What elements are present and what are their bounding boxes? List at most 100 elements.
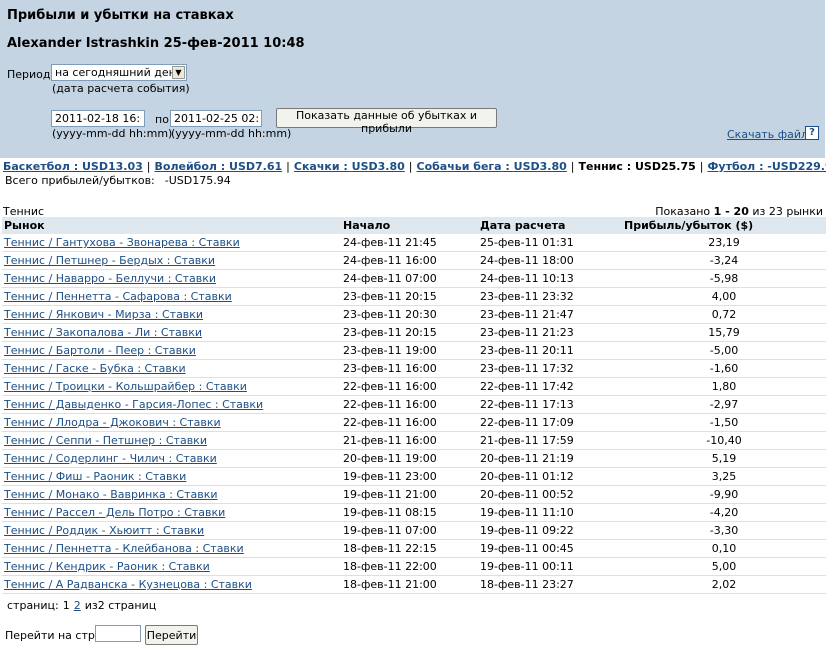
table-row: Теннис / Фиш - Раоник : Ставки 19-фев-11 … — [2, 467, 826, 486]
total-label: Всего прибылей/убытков: — [5, 174, 155, 187]
market-cell: Теннис / Фиш - Раоник : Ставки — [2, 467, 341, 486]
start-cell: 21-фев-11 16:00 — [341, 431, 478, 450]
market-link[interactable]: Теннис / Содерлинг - Чилич : Ставки — [4, 452, 217, 465]
market-link[interactable]: Теннис / Бартоли - Пеер : Ставки — [4, 344, 196, 357]
market-link[interactable]: Теннис / Роддик - Хьюитт : Ставки — [4, 524, 204, 537]
market-link[interactable]: Теннис / Рассел - Дель Потро : Ставки — [4, 506, 225, 519]
market-link[interactable]: Теннис / Давыденко - Гарсия-Лопес : Став… — [4, 398, 263, 411]
settle-cell: 23-фев-11 21:23 — [478, 323, 622, 342]
market-link[interactable]: Теннис / Пеннетта - Клейбанова : Ставки — [4, 542, 244, 555]
settle-cell: 20-фев-11 21:19 — [478, 449, 622, 468]
market-link[interactable]: Теннис / А Радванска - Кузнецова : Ставк… — [4, 578, 252, 591]
market-cell: Теннис / Кендрик - Раоник : Ставки — [2, 557, 341, 576]
sport-name: Скачки — [293, 160, 340, 173]
sport-amount: USD25.75 — [634, 160, 696, 173]
sport-link[interactable]: Скачки : USD3.80 — [294, 160, 405, 173]
pnl-cell: 0,72 — [622, 305, 826, 324]
market-cell: Теннис / Пеннетта - Клейбанова : Ставки — [2, 539, 341, 558]
pnl-cell: -5,98 — [622, 269, 826, 288]
pnl-cell: 1,80 — [622, 377, 826, 396]
goto-page-input[interactable] — [95, 625, 141, 642]
market-link[interactable]: Теннис / Кендрик - Раоник : Ставки — [4, 560, 210, 573]
pages-label: страниц: — [7, 599, 59, 612]
market-cell: Теннис / Давыденко - Гарсия-Лопес : Став… — [2, 395, 341, 414]
separator: | — [408, 160, 413, 173]
start-cell: 20-фев-11 19:00 — [341, 449, 478, 468]
market-link[interactable]: Теннис / Закопалова - Ли : Ставки — [4, 326, 202, 339]
table-row: Теннис / Наварро - Беллучи : Ставки 24-фе… — [2, 269, 826, 288]
sport-link[interactable]: Футбол : -USD229.93 — [707, 160, 826, 173]
sport-colon: : — [69, 160, 82, 173]
start-cell: 23-фев-11 19:00 — [341, 341, 478, 360]
pnl-cell: -4,20 — [622, 503, 826, 522]
to-date-input[interactable] — [170, 110, 262, 127]
pnl-cell: -10,40 — [622, 431, 826, 450]
goto-button[interactable]: Перейти — [145, 625, 198, 645]
market-cell: Теннис / Наварро - Беллучи : Ставки — [2, 269, 341, 288]
market-link[interactable]: Теннис / Ллодра - Джокович : Ставки — [4, 416, 221, 429]
column-header-start: Начало — [341, 217, 478, 234]
settle-cell: 18-фев-11 23:27 — [478, 575, 622, 594]
table-row: Теннис / Пеннетта - Клейбанова : Ставки 1… — [2, 539, 826, 558]
chevron-down-icon[interactable]: ▼ — [172, 66, 185, 79]
separator: | — [570, 160, 575, 173]
market-cell: Теннис / Роддик - Хьюитт : Ставки — [2, 521, 341, 540]
sport-name: Теннис — [578, 160, 623, 173]
table-row: Теннис / Бартоли - Пеер : Ставки 23-фев-1… — [2, 341, 826, 360]
settle-cell: 19-фев-11 00:45 — [478, 539, 622, 558]
help-icon[interactable]: ? — [805, 126, 819, 140]
sport-amount: USD13.03 — [82, 160, 143, 173]
market-link[interactable]: Теннис / Троицки - Кольшрайбер : Ставки — [4, 380, 247, 393]
start-cell: 18-фев-11 22:00 — [341, 557, 478, 576]
pagination: страниц: 1 2 из2 страниц — [7, 599, 156, 612]
column-header-market: Рынок — [2, 217, 341, 234]
market-link[interactable]: Теннис / Гаске - Бубка : Ставки — [4, 362, 186, 375]
settle-cell: 19-фев-11 00:11 — [478, 557, 622, 576]
show-pnl-button[interactable]: Показать данные об убытках и прибыли — [276, 108, 497, 135]
table-row: Теннис / Гантухова - Звонарева : Ставки 2… — [2, 234, 826, 252]
page-link-2[interactable]: 2 — [74, 599, 81, 612]
market-cell: Теннис / Троицки - Кольшрайбер : Ставки — [2, 377, 341, 396]
download-file-link[interactable]: Скачать файл — [727, 128, 808, 141]
market-cell: Теннис / Пеннетта - Сафарова : Ставки — [2, 287, 341, 306]
period-hint: (дата расчета события) — [52, 82, 190, 95]
pnl-cell: -1,50 — [622, 413, 826, 432]
pnl-cell: 3,25 — [622, 467, 826, 486]
settle-cell: 21-фев-11 17:59 — [478, 431, 622, 450]
pnl-cell: -2,97 — [622, 395, 826, 414]
market-link[interactable]: Теннис / Пеннетта - Сафарова : Ставки — [4, 290, 232, 303]
market-cell: Теннис / Сеппи - Петшнер : Ставки — [2, 431, 341, 450]
table-row: Теннис / Роддик - Хьюитт : Ставки 19-фев-… — [2, 521, 826, 540]
separator: | — [286, 160, 290, 173]
table-row: Теннис / Пеннетта - Сафарова : Ставки 23-… — [2, 287, 826, 306]
settle-cell: 23-фев-11 20:11 — [478, 341, 622, 360]
period-select[interactable]: на сегодняшний день ▼ — [51, 64, 187, 81]
market-link[interactable]: Теннис / Монако - Вавринка : Ставки — [4, 488, 218, 501]
market-link[interactable]: Теннис / Фиш - Раоник : Ставки — [4, 470, 186, 483]
sport-name: Собачьи бега — [416, 160, 502, 173]
table-row: Теннис / Янкович - Мирза : Ставки 23-фев-… — [2, 305, 826, 324]
market-link[interactable]: Теннис / Наварро - Беллучи : Ставки — [4, 272, 216, 285]
market-cell: Теннис / Содерлинг - Чилич : Ставки — [2, 449, 341, 468]
table-row: Теннис / Давыденко - Гарсия-Лопес : Став… — [2, 395, 826, 414]
table-row: Теннис / Петшнер - Бердых : Ставки 24-фев… — [2, 251, 826, 270]
sport-link[interactable]: Собачьи бега : USD3.80 — [417, 160, 567, 173]
settle-cell: 22-фев-11 17:42 — [478, 377, 622, 396]
from-date-input[interactable] — [51, 110, 145, 127]
table-header-row: Рынок Начало Дата расчета Прибыль/убыток… — [2, 217, 826, 234]
market-link[interactable]: Теннис / Сеппи - Петшнер : Ставки — [4, 434, 207, 447]
sport-name: Волейбол — [154, 160, 217, 173]
total-value: -USD175.94 — [164, 174, 231, 187]
sport-link[interactable]: Волейбол : USD7.61 — [155, 160, 283, 173]
market-cell: Теннис / Рассел - Дель Потро : Ставки — [2, 503, 341, 522]
pnl-cell: -5,00 — [622, 341, 826, 360]
market-link[interactable]: Теннис / Петшнер - Бердых : Ставки — [4, 254, 215, 267]
table-row: Теннис / Рассел - Дель Потро : Ставки 19-… — [2, 503, 826, 522]
settle-cell: 23-фев-11 23:32 — [478, 287, 622, 306]
pnl-cell: -3,24 — [622, 251, 826, 270]
market-link[interactable]: Теннис / Гантухова - Звонарева : Ставки — [4, 236, 240, 249]
market-link[interactable]: Теннис / Янкович - Мирза : Ставки — [4, 308, 203, 321]
start-cell: 24-фев-11 16:00 — [341, 251, 478, 270]
pnl-cell: 0,10 — [622, 539, 826, 558]
sport-link[interactable]: Баскетбол : USD13.03 — [3, 160, 143, 173]
